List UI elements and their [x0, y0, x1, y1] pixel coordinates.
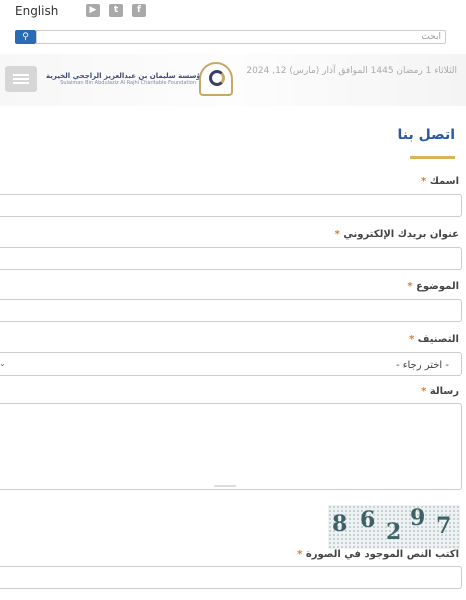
- search-button[interactable]: ⚲: [15, 30, 36, 44]
- facebook-icon[interactable]: f: [132, 4, 146, 17]
- captcha-image: 8 6 2 9 7: [328, 505, 460, 549]
- page-title: اتصل بنا: [397, 127, 455, 143]
- category-selected-value: - اختر رجاء -: [395, 360, 449, 371]
- title-underline: [410, 156, 455, 159]
- message-label-text: رسالة: [429, 386, 459, 397]
- social-links: ▶ t f: [86, 4, 146, 17]
- category-label: التصنيف *: [409, 334, 459, 345]
- captcha-char: 2: [386, 519, 402, 545]
- message-label: رسالة *: [421, 386, 459, 397]
- foundation-logo[interactable]: [199, 62, 233, 96]
- search-bar: ⚲ ابحث: [15, 30, 446, 44]
- menu-button[interactable]: [5, 66, 37, 92]
- logo-emblem-icon: [209, 70, 225, 86]
- category-select[interactable]: - اختر رجاء - ⌄: [0, 352, 462, 376]
- email-label: عنوان بريدك الإلكتروني *: [335, 229, 459, 240]
- captcha-char: 6: [360, 507, 376, 533]
- search-input[interactable]: ابحث: [36, 30, 446, 44]
- subject-label: الموضوع *: [407, 281, 459, 292]
- required-mark: *: [297, 549, 303, 560]
- logo-text[interactable]: مؤسسة سليمان بن عبدالعزيز الراجحي الخيري…: [46, 72, 206, 86]
- language-link[interactable]: English: [15, 4, 58, 18]
- name-field[interactable]: [0, 194, 462, 217]
- required-mark: *: [409, 334, 415, 345]
- captcha-char: 8: [332, 511, 348, 537]
- captcha-char: 9: [410, 505, 426, 531]
- email-field[interactable]: [0, 247, 462, 270]
- chevron-down-icon: ⌄: [0, 359, 6, 368]
- hamburger-line: [13, 82, 29, 84]
- required-mark: *: [421, 176, 427, 187]
- name-label-text: اسمك: [429, 176, 459, 187]
- email-label-text: عنوان بريدك الإلكتروني: [343, 229, 459, 240]
- category-label-text: التصنيف: [417, 334, 459, 345]
- hamburger-line: [13, 78, 29, 80]
- captcha-char: 7: [436, 513, 452, 539]
- search-icon: ⚲: [22, 32, 29, 42]
- logo-arabic: مؤسسة سليمان بن عبدالعزيز الراجحي الخيري…: [46, 72, 206, 80]
- youtube-icon[interactable]: ▶: [86, 4, 100, 17]
- name-label: اسمك *: [421, 176, 459, 187]
- message-textarea[interactable]: [0, 403, 462, 490]
- captcha-label-text: اكتب النص الموجود في الصورة: [305, 549, 459, 560]
- resize-handle[interactable]: [214, 485, 236, 487]
- required-mark: *: [407, 281, 413, 292]
- subject-label-text: الموضوع: [416, 281, 459, 292]
- twitter-icon[interactable]: t: [109, 4, 123, 17]
- subject-field[interactable]: [0, 299, 462, 322]
- required-mark: *: [421, 386, 427, 397]
- header-date: الثلاثاء 1 رمضان 1445 الموافق آذار (مارس…: [246, 66, 457, 76]
- logo-english: Sulaiman Bin Abdulaziz Al Rajhi Charitab…: [60, 80, 196, 86]
- captcha-field[interactable]: [0, 566, 462, 589]
- hamburger-line: [13, 74, 29, 76]
- required-mark: *: [334, 229, 340, 240]
- captcha-label: اكتب النص الموجود في الصورة *: [297, 549, 459, 560]
